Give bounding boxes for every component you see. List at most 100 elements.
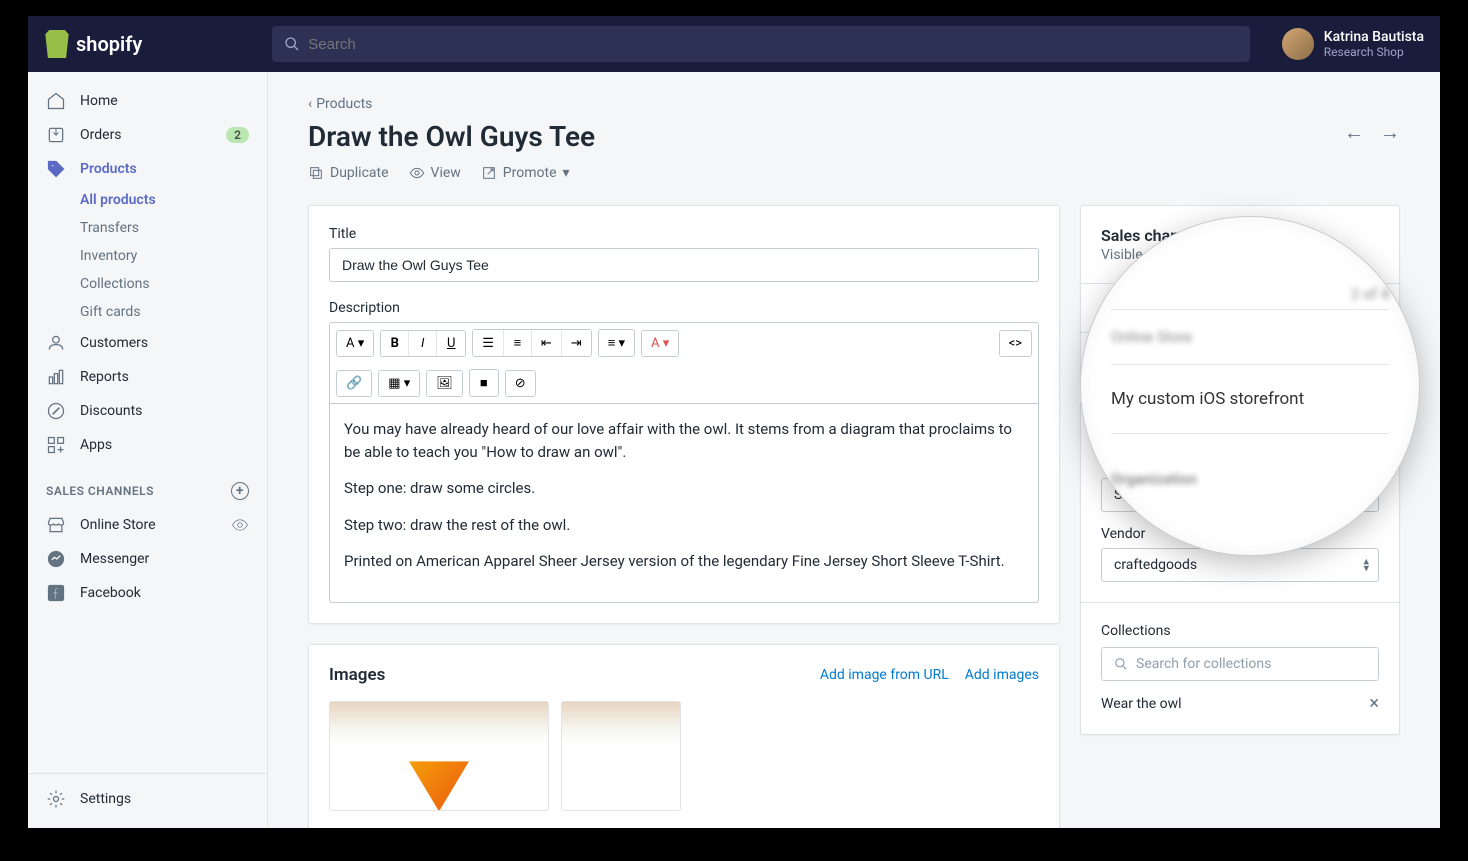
rte-format-select[interactable]: A ▾ — [337, 331, 373, 356]
record-navigation: ← → — [1344, 120, 1400, 145]
subnav-gift-cards[interactable]: Gift cards — [80, 298, 267, 326]
messenger-icon — [46, 549, 66, 569]
view-button[interactable]: View — [409, 165, 461, 181]
rte-align[interactable]: ≡ ▾ — [599, 330, 634, 356]
rte-toolbar: A ▾ B I U ☰ ≡ ⇤ ⇥ — [329, 322, 1039, 403]
images-card: Images Add image from URL Add images — [308, 644, 1060, 828]
nav-label: Orders — [80, 127, 122, 143]
prev-record[interactable]: ← — [1344, 120, 1364, 145]
collections-label: Collections — [1101, 623, 1379, 639]
duplicate-icon — [308, 165, 324, 181]
images-heading: Images — [329, 665, 385, 685]
add-image-url-link[interactable]: Add image from URL — [820, 667, 949, 683]
magnifier-focus-text: My custom iOS storefront — [1111, 365, 1389, 433]
nav-settings[interactable]: Settings — [28, 782, 267, 816]
breadcrumb[interactable]: ‹ Products — [308, 96, 1400, 112]
nav-products[interactable]: Products — [28, 152, 267, 186]
nav-discounts[interactable]: Discounts — [28, 394, 267, 428]
shop-name: Research Shop — [1324, 45, 1424, 59]
rte-link[interactable]: 🔗 — [337, 371, 371, 396]
nav-label: Settings — [80, 791, 131, 807]
promote-button[interactable]: Promote ▾ — [481, 165, 570, 181]
nav-label: Messenger — [80, 551, 149, 567]
gear-icon — [46, 789, 66, 809]
collection-tag: Wear the owl × — [1101, 693, 1379, 714]
nav-messenger[interactable]: Messenger — [28, 542, 267, 576]
rte-underline[interactable]: U — [437, 331, 465, 356]
next-record[interactable]: → — [1380, 120, 1400, 145]
rte-image[interactable]: 🖼 — [427, 371, 462, 396]
remove-tag-button[interactable]: × — [1369, 693, 1379, 714]
nav-label: Facebook — [80, 585, 141, 601]
search-input[interactable] — [308, 36, 1238, 53]
rte-italic[interactable]: I — [409, 331, 437, 356]
sidebar: Home Orders 2 Products All products Tran… — [28, 72, 268, 828]
rte-clear[interactable]: ⊘ — [506, 371, 535, 396]
eye-icon — [409, 165, 425, 181]
brand-name: shopify — [76, 32, 142, 56]
channels-heading: SALES CHANNELS + — [28, 462, 267, 508]
subnav-collections[interactable]: Collections — [80, 270, 267, 298]
page-title: Draw the Owl Guys Tee — [308, 120, 595, 153]
apps-icon — [46, 435, 66, 455]
preview-icon[interactable] — [231, 516, 249, 534]
user-menu[interactable]: Katrina Bautista Research Shop — [1282, 28, 1424, 60]
nav-label: Reports — [80, 369, 129, 385]
rte-bullet-list[interactable]: ☰ — [473, 330, 504, 356]
rte-html[interactable]: <> — [1000, 331, 1031, 356]
top-bar: shopify Katrina Bautista Research Shop — [28, 16, 1440, 72]
add-images-link[interactable]: Add images — [965, 667, 1039, 683]
duplicate-button[interactable]: Duplicate — [308, 165, 389, 181]
nav-label: Customers — [80, 335, 148, 351]
chevron-left-icon: ‹ — [308, 96, 312, 112]
title-label: Title — [329, 226, 1039, 242]
select-caret-icon: ▴▾ — [1363, 558, 1369, 571]
rte-text-color[interactable]: A ▾ — [642, 331, 678, 356]
store-icon — [46, 515, 66, 535]
title-card: Title Description A ▾ B I U ☰ — [308, 205, 1060, 624]
nav-orders[interactable]: Orders 2 — [28, 118, 267, 152]
nav-label: Discounts — [80, 403, 142, 419]
avatar — [1282, 28, 1314, 60]
external-icon — [481, 165, 497, 181]
product-image-1[interactable] — [329, 701, 549, 811]
nav-label: Online Store — [80, 517, 156, 533]
search-icon — [1114, 657, 1128, 671]
nav-online-store[interactable]: Online Store — [28, 508, 267, 542]
reports-icon — [46, 367, 66, 387]
nav-home[interactable]: Home — [28, 84, 267, 118]
product-title-input[interactable] — [329, 248, 1039, 282]
nav-reports[interactable]: Reports — [28, 360, 267, 394]
rte-table[interactable]: ▦ ▾ — [379, 371, 419, 396]
nav-label: Products — [80, 161, 137, 177]
nav-label: Home — [80, 93, 118, 109]
facebook-icon — [46, 583, 66, 603]
nav-facebook[interactable]: Facebook — [28, 576, 267, 610]
home-icon — [46, 91, 66, 111]
add-channel-button[interactable]: + — [231, 482, 249, 500]
brand-logo: shopify — [44, 30, 142, 58]
rte-indent[interactable]: ⇥ — [562, 330, 591, 356]
products-icon — [46, 159, 66, 179]
search-icon — [284, 36, 300, 52]
description-label: Description — [329, 300, 1039, 316]
nav-apps[interactable]: Apps — [28, 428, 267, 462]
rte-numbered-list[interactable]: ≡ — [504, 330, 532, 356]
subnav-inventory[interactable]: Inventory — [80, 242, 267, 270]
rte-video[interactable]: ■ — [470, 370, 498, 396]
nav-customers[interactable]: Customers — [28, 326, 267, 360]
product-image-2[interactable] — [561, 701, 681, 811]
collections-search[interactable]: Search for collections — [1101, 647, 1379, 681]
rte-bold[interactable]: B — [381, 331, 409, 356]
subnav-transfers[interactable]: Transfers — [80, 214, 267, 242]
subnav-all-products[interactable]: All products — [80, 186, 267, 214]
orders-badge: 2 — [226, 127, 249, 143]
description-editor[interactable]: You may have already heard of our love a… — [329, 403, 1039, 603]
nav-label: Apps — [80, 437, 112, 453]
chevron-down-icon: ▾ — [563, 165, 570, 181]
customers-icon — [46, 333, 66, 353]
user-name: Katrina Bautista — [1324, 29, 1424, 46]
rte-outdent[interactable]: ⇤ — [532, 330, 562, 356]
shopify-bag-icon — [44, 30, 70, 58]
global-search[interactable] — [272, 26, 1250, 62]
